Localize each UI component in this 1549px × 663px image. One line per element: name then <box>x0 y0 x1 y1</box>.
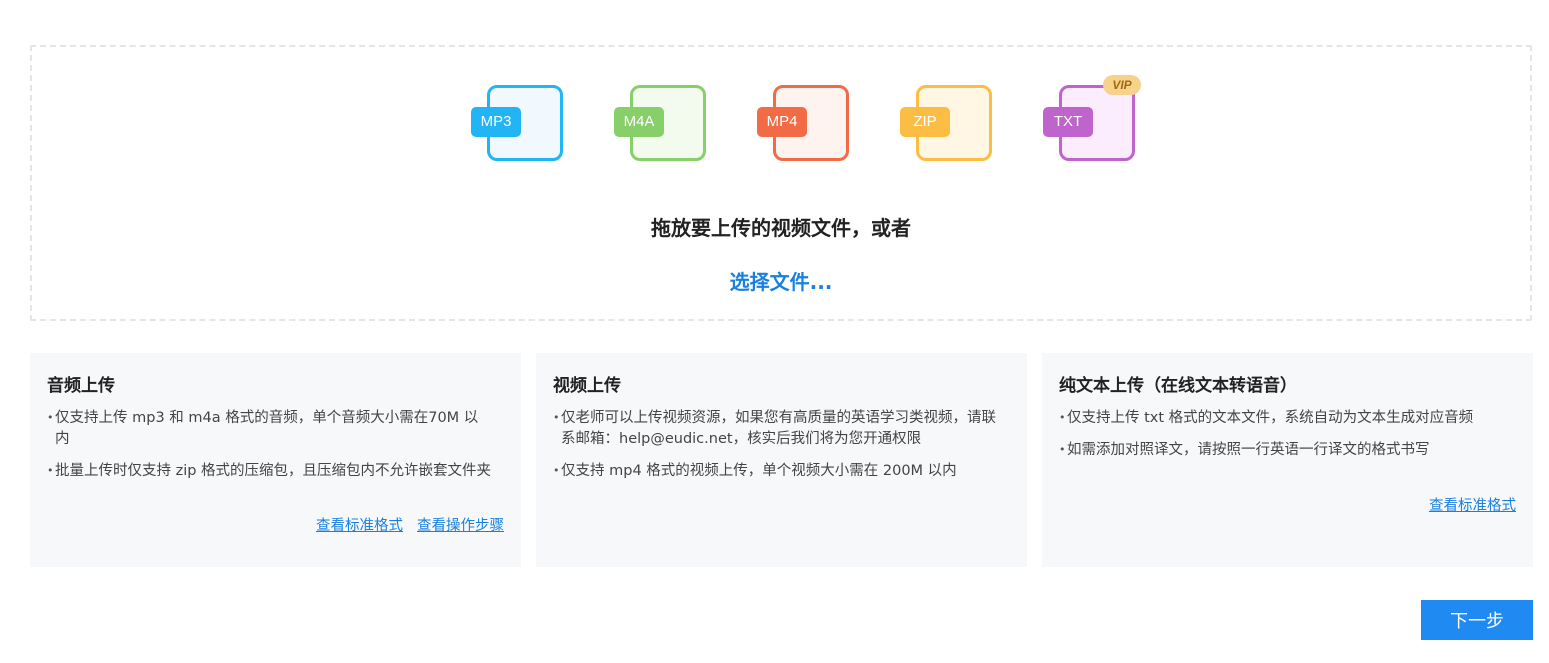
video-upload-card: 视频上传 仅老师可以上传视频资源，如果您有高质量的英语学习类视频，请联系邮箱：h… <box>536 353 1027 567</box>
file-format-icon-m4a: M4A <box>614 85 706 161</box>
file-format-icon-zip: ZIP <box>900 85 992 161</box>
format-tag: MP3 <box>471 107 521 137</box>
audio-upload-card: 音频上传 仅支持上传 mp3 和 m4a 格式的音频，单个音频大小需在70M 以… <box>30 353 521 567</box>
format-icons: MP3 M4A MP4 ZIP TXT VIP <box>32 75 1530 165</box>
list-item: 批量上传时仅支持 zip 格式的压缩包，且压缩包内不允许嵌套文件夹 <box>47 460 497 482</box>
file-format-icon-txt: TXT VIP <box>1043 75 1141 161</box>
next-step-button[interactable]: 下一步 <box>1421 600 1533 640</box>
format-tag: ZIP <box>900 107 950 137</box>
list-item: 仅老师可以上传视频资源，如果您有高质量的英语学习类视频，请联系邮箱：help@e… <box>553 407 1003 450</box>
card-title: 音频上传 <box>47 376 115 396</box>
text-upload-card: 纯文本上传（在线文本转语音） 仅支持上传 txt 格式的文本文件，系统自动为文本… <box>1042 353 1533 567</box>
format-tag: MP4 <box>757 107 807 137</box>
card-title: 纯文本上传（在线文本转语音） <box>1059 376 1297 396</box>
view-standard-format-link[interactable]: 查看标准格式 <box>316 514 403 535</box>
vip-badge: VIP <box>1103 75 1141 95</box>
drop-title: 拖放要上传的视频文件，或者 <box>651 216 911 240</box>
upload-dropzone[interactable]: MP3 M4A MP4 ZIP TXT VIP 拖放要上传的视频文件，或者 选择文件... <box>30 45 1532 321</box>
file-format-icon-mp3: MP3 <box>471 85 563 161</box>
file-format-icon-mp4: MP4 <box>757 85 849 161</box>
format-tag: M4A <box>614 107 664 137</box>
card-title: 视频上传 <box>553 376 621 396</box>
view-steps-link[interactable]: 查看操作步骤 <box>417 514 504 535</box>
list-item: 仅支持 mp4 格式的视频上传，单个视频大小需在 200M 以内 <box>553 460 1013 482</box>
list-item: 仅支持上传 mp3 和 m4a 格式的音频，单个音频大小需在70M 以内 <box>47 407 487 450</box>
view-standard-format-link[interactable]: 查看标准格式 <box>1429 494 1516 515</box>
list-item: 仅支持上传 txt 格式的文本文件，系统自动为文本生成对应音频 <box>1059 407 1514 429</box>
choose-file-link[interactable]: 选择文件... <box>32 266 1530 295</box>
format-tag: TXT <box>1043 107 1093 137</box>
list-item: 如需添加对照译文，请按照一行英语一行译文的格式书写 <box>1059 439 1514 461</box>
